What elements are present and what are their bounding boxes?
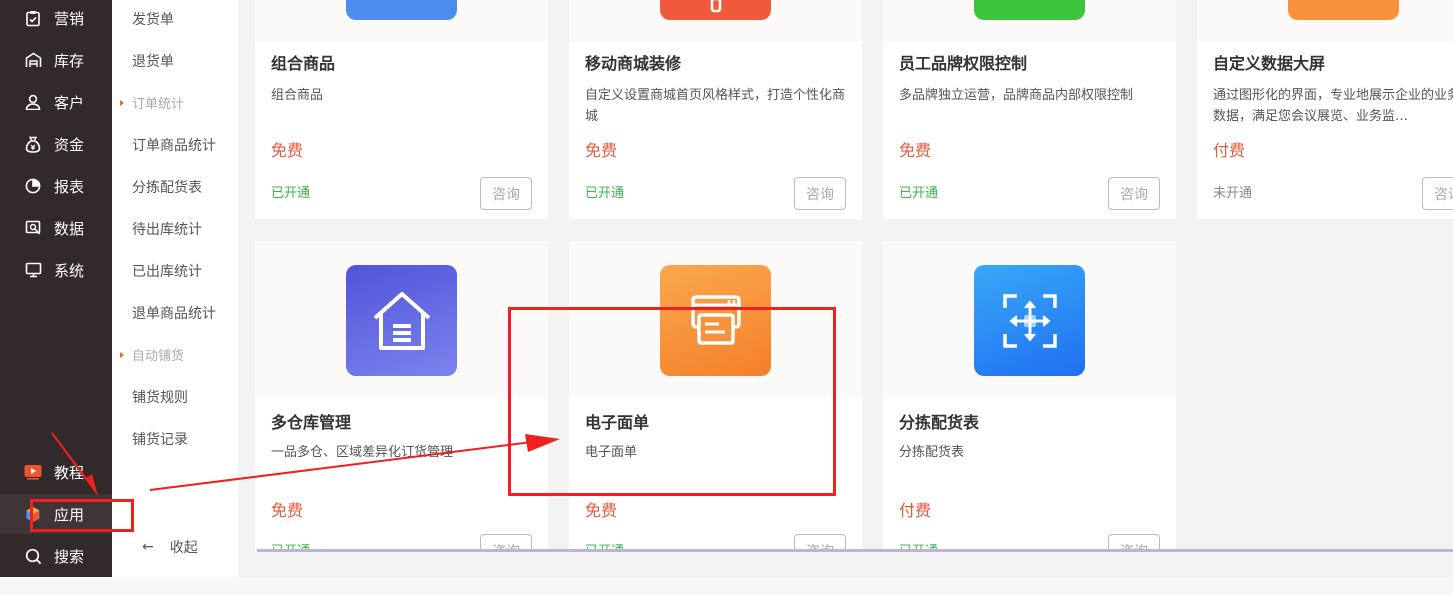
video-play-icon	[24, 463, 42, 481]
subnav-item-distribution-rules[interactable]: 铺货规则	[132, 387, 188, 407]
card-price: 免费	[271, 141, 304, 160]
nav-item-tutorial[interactable]: 教程	[0, 452, 112, 492]
card-status: 已开通	[899, 186, 939, 201]
money-bag-icon	[24, 135, 42, 153]
app-card-electronic-waybill[interactable]: 电子面单 电子面单 免费 已开通 咨询	[569, 241, 862, 551]
nav-label: 应用	[54, 505, 85, 524]
horizontal-scrollbar[interactable]	[257, 549, 1453, 552]
mobile-store-icon	[660, 0, 771, 20]
card-description: 一品多仓、区域差异化订货管理	[271, 445, 454, 460]
card-price: 免费	[899, 141, 932, 160]
nav-item-funds[interactable]: 资金	[0, 124, 112, 164]
consult-button[interactable]: 咨询	[480, 177, 532, 210]
pie-chart-icon	[24, 177, 42, 195]
card-status: 未开通	[1213, 186, 1253, 201]
arrow-left-icon: ←	[142, 539, 154, 555]
bottom-strip	[0, 577, 1453, 595]
card-description: 多品牌独立运营，品牌商品内部权限控制	[899, 88, 1134, 103]
card-price: 免费	[585, 501, 618, 520]
card-description: 组合商品	[271, 88, 324, 103]
consult-button[interactable]: 咨询	[1108, 177, 1160, 210]
app-card-mobile-store-design[interactable]: 移动商城装修 自定义设置商城首页风格样式，打造个性化商城 免费 已开通 咨询	[569, 0, 862, 219]
card-status: 已开通	[271, 186, 311, 201]
nav-label: 客户	[54, 93, 85, 112]
brand-permission-icon	[974, 0, 1085, 20]
app-cube-icon	[24, 505, 42, 523]
nav-label: 系统	[54, 261, 85, 280]
subnav-item-return-orders[interactable]: 退货单	[132, 51, 174, 71]
subnav-item-shipping-orders[interactable]: 发货单	[132, 9, 174, 29]
sort-arrows-icon	[974, 265, 1085, 376]
printer-icon	[660, 265, 771, 376]
card-title: 移动商城装修	[585, 54, 682, 73]
nav-label: 搜索	[54, 547, 85, 566]
nav-item-search[interactable]: 搜索	[0, 536, 112, 576]
app-card-multi-warehouse[interactable]: 多仓库管理 一品多仓、区域差异化订货管理 免费 已开通 咨询	[255, 241, 548, 551]
nav-label: 库存	[54, 51, 85, 70]
app-card-data-dashboard[interactable]: 自定义数据大屏 通过图形化的界面，专业地展示企业的业务数据，满足您会议展览、业务…	[1197, 0, 1453, 219]
subnav-item-order-product-stats[interactable]: 订单商品统计	[132, 135, 216, 155]
warehouse-icon	[24, 51, 42, 69]
data-dashboard-icon	[1288, 0, 1399, 20]
card-price: 免费	[585, 141, 618, 160]
card-status: 已开通	[585, 186, 625, 201]
app-card-brand-permission[interactable]: 员工品牌权限控制 多品牌独立运营，品牌商品内部权限控制 免费 已开通 咨询	[883, 0, 1176, 219]
warehouse-house-icon	[346, 265, 457, 376]
clipboard-check-icon	[24, 9, 42, 27]
app-card-picking-list[interactable]: 分拣配货表 分拣配货表 付费 已开通 咨询	[883, 241, 1176, 551]
card-title: 员工品牌权限控制	[899, 54, 1028, 73]
consult-button[interactable]: 咨询	[1422, 177, 1453, 210]
nav-label: 营销	[54, 9, 85, 28]
subnav-item-distribution-records[interactable]: 铺货记录	[132, 429, 188, 449]
secondary-nav: 发货单 退货单 订单统计 订单商品统计 分拣配货表 待出库统计 已出库统计 退单…	[112, 0, 238, 577]
nav-label: 资金	[54, 135, 85, 154]
subnav-group-order-stats[interactable]: 订单统计	[120, 93, 184, 112]
app-card-combo-product[interactable]: 组合商品 组合商品 免费 已开通 咨询	[255, 0, 548, 219]
card-title: 分拣配货表	[899, 413, 980, 432]
app-market-grid: 组合商品 组合商品 免费 已开通 咨询 移动商城装修 自定义设置商城首页风格样式…	[238, 0, 1453, 577]
card-title: 电子面单	[585, 413, 650, 432]
app-window: { "nav": { "items": [ {"label": "营销", "i…	[0, 0, 1453, 595]
nav-item-apps[interactable]: 应用	[0, 494, 112, 534]
nav-label: 数据	[54, 219, 85, 238]
collapse-button[interactable]: ← 收起	[142, 537, 198, 557]
subnav-item-return-product-stats[interactable]: 退单商品统计	[132, 303, 216, 323]
nav-item-system[interactable]: 系统	[0, 250, 112, 290]
data-search-icon	[24, 219, 42, 237]
nav-item-inventory[interactable]: 库存	[0, 40, 112, 80]
nav-label: 教程	[54, 463, 85, 482]
card-price: 付费	[1213, 141, 1246, 160]
card-title: 组合商品	[271, 54, 336, 73]
monitor-icon	[24, 261, 42, 279]
nav-label: 报表	[54, 177, 85, 196]
card-price: 付费	[899, 501, 932, 520]
card-description: 分拣配货表	[899, 445, 965, 460]
consult-button[interactable]: 咨询	[794, 177, 846, 210]
collapse-label: 收起	[169, 540, 198, 556]
subnav-item-pending-outbound[interactable]: 待出库统计	[132, 219, 202, 239]
user-icon	[24, 93, 42, 111]
primary-nav: 营销 库存 客户 资金 报表 数据 系统 教程 应用 搜索	[0, 0, 112, 577]
nav-item-marketing[interactable]: 营销	[0, 0, 112, 38]
caret-right-icon	[120, 99, 124, 106]
subnav-group-label: 自动铺货	[132, 349, 185, 364]
card-description: 电子面单	[585, 445, 638, 460]
search-icon	[24, 547, 42, 565]
card-title: 自定义数据大屏	[1213, 54, 1326, 73]
caret-right-icon	[120, 351, 124, 358]
combo-product-icon	[346, 0, 457, 20]
nav-item-reports[interactable]: 报表	[0, 166, 112, 206]
subnav-item-completed-outbound[interactable]: 已出库统计	[132, 261, 202, 281]
card-description: 通过图形化的界面，专业地展示企业的业务数据，满足您会议展览、业务监…	[1213, 88, 1453, 124]
nav-item-data[interactable]: 数据	[0, 208, 112, 248]
nav-item-customers[interactable]: 客户	[0, 82, 112, 122]
card-title: 多仓库管理	[271, 413, 352, 432]
subnav-group-auto-distribution[interactable]: 自动铺货	[120, 345, 184, 364]
subnav-item-picking-list[interactable]: 分拣配货表	[132, 177, 202, 197]
card-price: 免费	[271, 501, 304, 520]
subnav-group-label: 订单统计	[132, 97, 185, 112]
card-description: 自定义设置商城首页风格样式，打造个性化商城	[585, 88, 846, 124]
